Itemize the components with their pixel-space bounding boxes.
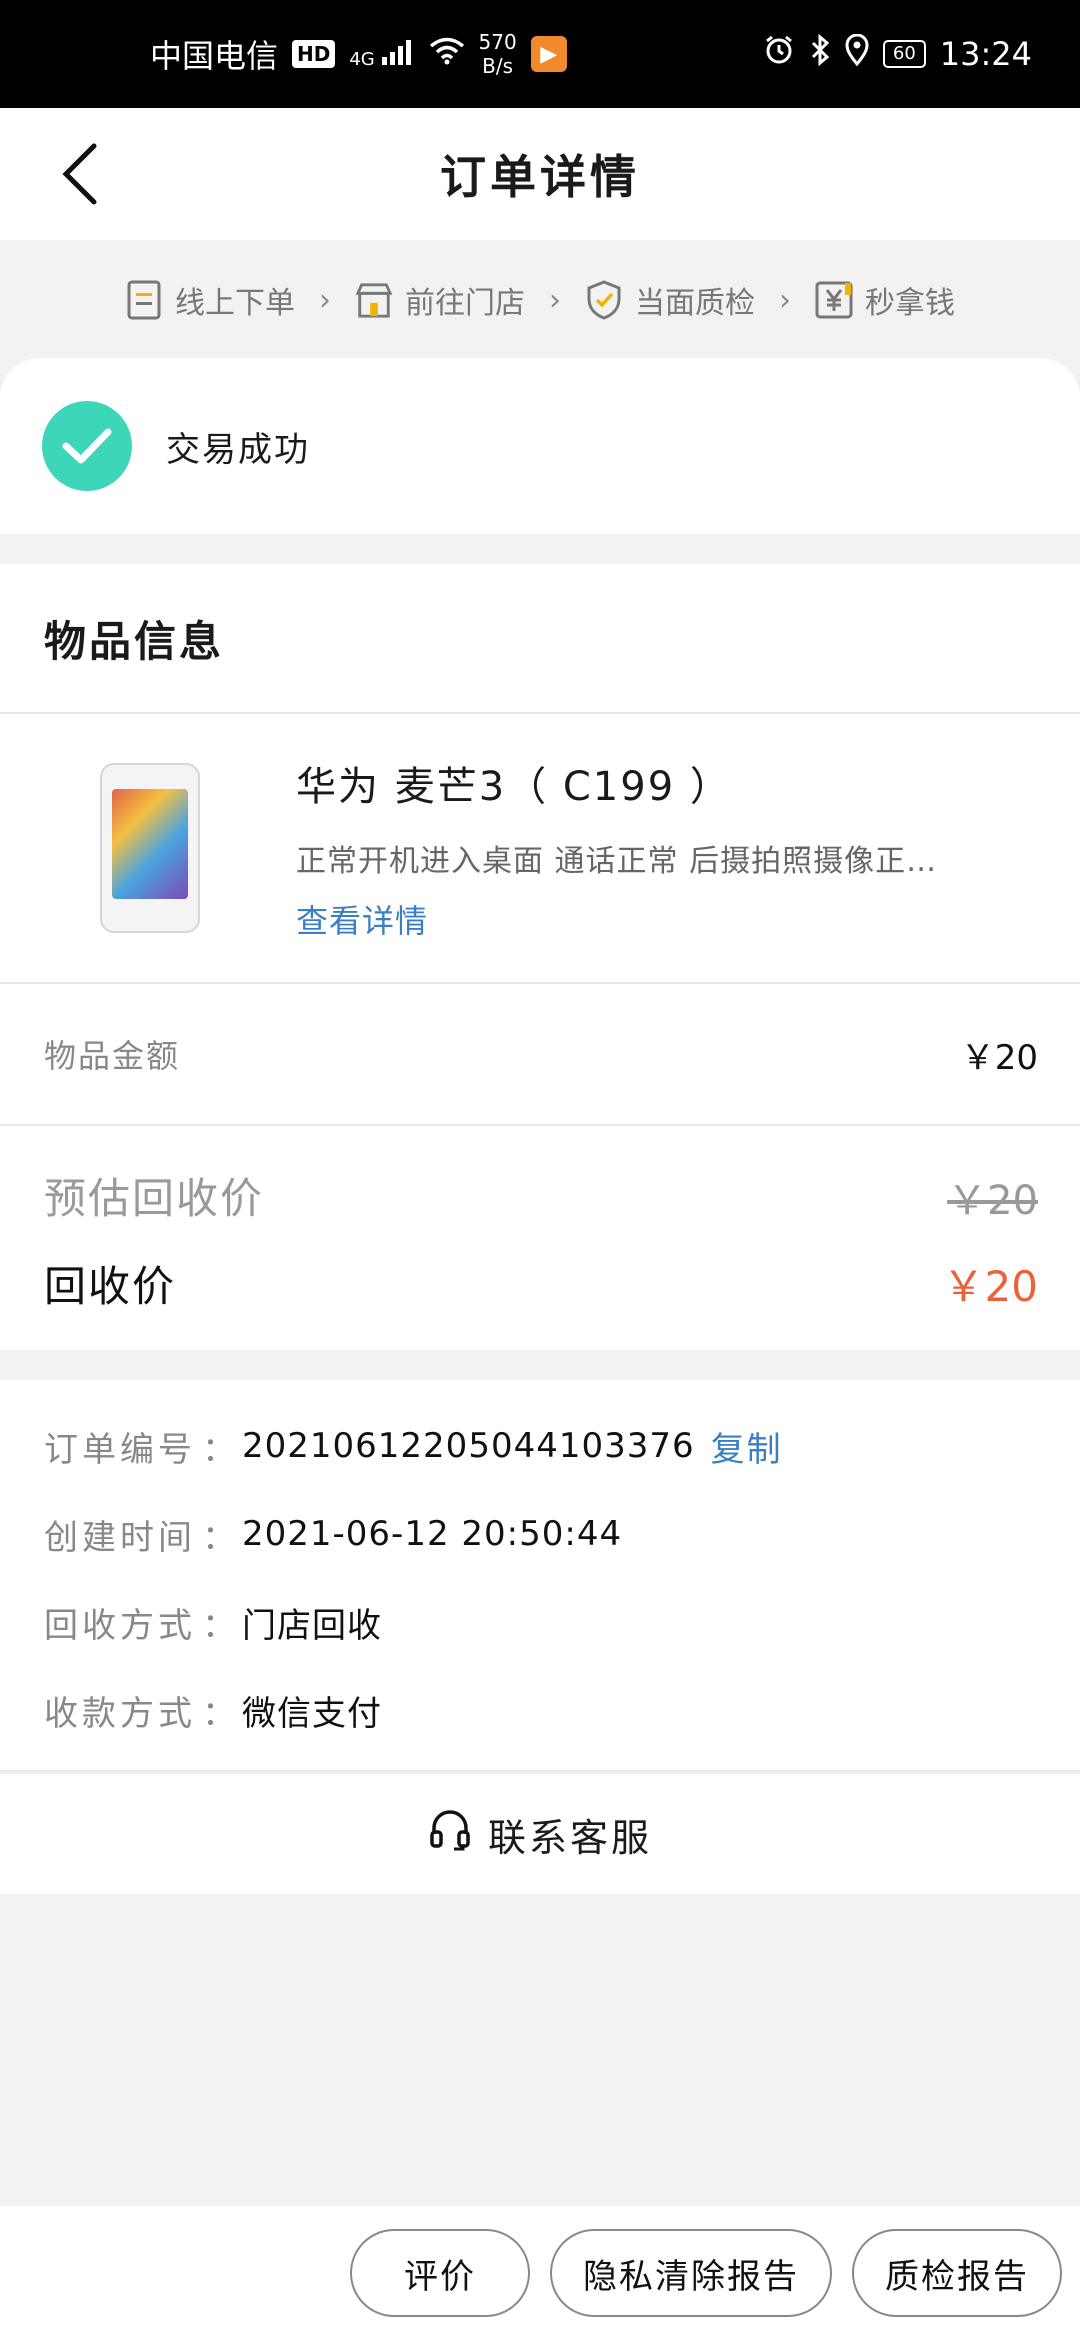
signal-icon: 4G xyxy=(349,39,414,70)
process-steps: 线上下单 › 前往门店 › 当面质检 › 秒拿钱 xyxy=(0,240,1080,360)
order-status-card: 交易成功 xyxy=(0,358,1080,534)
created-time-label: 创建时间 xyxy=(44,1517,196,1558)
created-time-row: 创建时间 ： 2021-06-12 20:50:44 xyxy=(0,1490,1080,1578)
colon: ： xyxy=(202,1693,236,1734)
chevron-left-icon xyxy=(62,143,97,205)
location-icon xyxy=(845,33,869,74)
step-label: 线上下单 xyxy=(175,286,295,321)
quality-report-button[interactable]: 质检报告 xyxy=(852,2229,1062,2317)
product-name: 华为 麦芒3（ C199 ） xyxy=(296,764,732,810)
estimated-price-value: ￥20 xyxy=(947,1178,1038,1224)
product-row[interactable]: 华为 麦芒3（ C199 ） 正常开机进入桌面 通话正常 后摄拍照摄像正… 查看… xyxy=(0,714,1080,984)
recycle-price-value: ￥20 xyxy=(942,1261,1038,1311)
step-go-to-store: 前往门店 xyxy=(355,278,525,322)
recycle-method-value: 门店回收 xyxy=(242,1605,382,1646)
check-circle-icon xyxy=(42,401,132,491)
chevron-right-icon: › xyxy=(549,282,561,318)
chevron-right-icon: › xyxy=(319,282,331,318)
order-info-section: 订单编号 ： 20210612205044103376 复制 创建时间 ： 20… xyxy=(0,1380,1080,1772)
headset-icon xyxy=(428,1808,472,1861)
network-type: 4G xyxy=(349,48,375,70)
status-bar: 中国电信 HD 4G 570 B/s ▶ 60 13:24 xyxy=(0,0,1080,108)
step-label: 秒拿钱 xyxy=(865,286,955,321)
bottom-action-bar: 评价 隐私清除报告 质检报告 xyxy=(0,2206,1080,2340)
order-number-row: 订单编号 ： 20210612205044103376 复制 xyxy=(0,1402,1080,1490)
contact-support-label: 联系客服 xyxy=(487,1815,652,1860)
back-button[interactable] xyxy=(44,138,116,210)
step-get-paid: 秒拿钱 xyxy=(815,278,955,322)
payment-method-row: 收款方式 ： 微信支付 xyxy=(0,1666,1080,1754)
yen-icon xyxy=(815,281,853,319)
phone-screen xyxy=(112,789,188,899)
item-amount-row: 物品金额 ￥20 xyxy=(0,984,1080,1126)
chevron-right-icon: › xyxy=(779,282,791,318)
recycle-method-label: 回收方式 xyxy=(44,1605,196,1646)
colon: ： xyxy=(202,1605,236,1646)
shield-check-icon xyxy=(585,280,623,320)
bluetooth-icon xyxy=(809,33,831,74)
alarm-icon xyxy=(763,34,795,74)
estimated-price-label: 预估回收价 xyxy=(44,1174,265,1223)
section-title: 物品信息 xyxy=(0,564,1080,714)
order-form-icon xyxy=(125,280,163,320)
order-number-label: 订单编号 xyxy=(44,1429,196,1470)
item-info-section: 物品信息 华为 麦芒3（ C199 ） 正常开机进入桌面 通话正常 后摄拍照摄像… xyxy=(0,564,1080,1350)
clock: 13:24 xyxy=(939,35,1032,73)
product-image xyxy=(100,763,200,933)
product-description: 正常开机进入桌面 通话正常 后摄拍照摄像正… xyxy=(296,844,938,879)
carrier-label: 中国电信 xyxy=(150,37,279,75)
payment-method-label: 收款方式 xyxy=(44,1693,196,1734)
speed-value: 570 xyxy=(478,30,517,54)
step-online-order: 线上下单 xyxy=(125,278,295,322)
hd-badge: HD xyxy=(292,40,336,68)
step-inspection: 当面质检 xyxy=(585,278,755,322)
order-number-value: 20210612205044103376 xyxy=(242,1426,695,1466)
view-details-link[interactable]: 查看详情 xyxy=(296,896,1036,942)
colon: ： xyxy=(202,1429,236,1470)
battery-icon: 60 xyxy=(882,40,926,68)
recycle-price-row: 回收价 ￥20 xyxy=(0,1238,1080,1338)
network-speed: 570 B/s xyxy=(479,30,517,78)
item-amount-value: ￥20 xyxy=(960,1037,1038,1078)
order-status-text: 交易成功 xyxy=(166,429,310,470)
recycle-price-label: 回收价 xyxy=(44,1261,177,1311)
created-time-value: 2021-06-12 20:50:44 xyxy=(242,1514,623,1554)
page-title: 订单详情 xyxy=(440,150,640,204)
step-label: 前往门店 xyxy=(405,286,525,321)
estimated-price-row: 预估回收价 ￥20 xyxy=(0,1126,1080,1238)
top-app-bar: 订单详情 xyxy=(0,108,1080,240)
item-amount-label: 物品金额 xyxy=(44,1037,181,1075)
speed-unit: B/s xyxy=(482,54,514,78)
wifi-icon xyxy=(429,35,465,73)
review-button[interactable]: 评价 xyxy=(350,2229,530,2317)
app-notification-icon: ▶ xyxy=(530,36,567,72)
product-info: 华为 麦芒3（ C199 ） 正常开机进入桌面 通话正常 后摄拍照摄像正… 查看… xyxy=(296,754,1036,942)
payment-method-value: 微信支付 xyxy=(242,1693,382,1734)
step-label: 当面质检 xyxy=(635,286,755,321)
contact-support-button[interactable]: 联系客服 xyxy=(0,1774,1080,1894)
store-icon xyxy=(355,281,393,319)
copy-button[interactable]: 复制 xyxy=(711,1422,783,1471)
colon: ： xyxy=(202,1517,236,1558)
privacy-report-button[interactable]: 隐私清除报告 xyxy=(550,2229,832,2317)
recycle-method-row: 回收方式 ： 门店回收 xyxy=(0,1578,1080,1666)
